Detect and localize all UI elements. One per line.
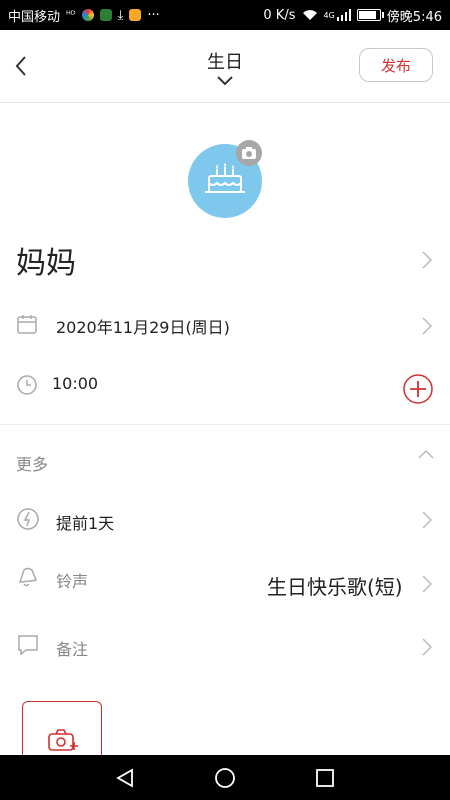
reminder-icon [17, 508, 39, 530]
bell-icon [18, 567, 38, 587]
chevron-up-icon[interactable] [416, 448, 436, 460]
ringtone-value[interactable]: 生日快乐歌(短) [267, 571, 403, 600]
camera-icon[interactable] [236, 140, 262, 166]
add-photo-icon [48, 729, 78, 751]
calendar-icon [17, 315, 37, 334]
page-title[interactable]: 生日 [175, 48, 275, 74]
download-icon: ⤓ [117, 7, 124, 23]
clock: 傍晚5:46 [386, 9, 442, 25]
hd-icon: ᴴᴰ [66, 9, 76, 21]
app-icon-yellow [129, 9, 142, 21]
chevron-right-icon[interactable] [421, 250, 433, 270]
time-value[interactable]: 10:00 [52, 374, 98, 393]
battery-icon [356, 9, 384, 21]
app-icon-green [99, 9, 112, 21]
carrier-label: 中国移动 [8, 9, 61, 25]
reminder-value[interactable]: 提前1天 [56, 510, 114, 534]
back-icon[interactable] [10, 52, 34, 80]
system-nav-bar [0, 755, 450, 800]
note-icon [18, 635, 38, 656]
chevron-right-icon[interactable] [421, 316, 433, 336]
wifi-icon [302, 10, 317, 20]
divider [0, 424, 450, 425]
signal-icon [336, 9, 351, 21]
publish-button[interactable]: 发布 [359, 48, 433, 82]
clock-icon [17, 375, 37, 395]
status-bar: 中国移动 ᴴᴰ ⤓ ··· 0 K/s 4G 傍晚5:46 [0, 0, 450, 30]
app-header: 生日 发布 [0, 30, 450, 103]
nav-back-icon[interactable] [114, 767, 136, 789]
more-notifications: ··· [147, 7, 160, 23]
date-value[interactable]: 2020年11月29日(周日) [56, 314, 230, 338]
nav-recents-icon[interactable] [315, 768, 335, 788]
network-speed: 0 K/s [263, 7, 296, 23]
nav-home-icon[interactable] [214, 767, 236, 789]
network-type: 4G [323, 10, 335, 20]
contact-name[interactable]: 妈妈 [16, 238, 76, 282]
add-time-button[interactable] [402, 373, 434, 405]
ringtone-label: 铃声 [56, 572, 89, 591]
chevron-right-icon[interactable] [421, 637, 433, 657]
chevron-right-icon[interactable] [421, 510, 433, 530]
app-icon-colorful [81, 9, 94, 21]
note-label[interactable]: 备注 [56, 636, 88, 660]
chevron-right-icon[interactable] [421, 574, 433, 594]
more-section-label[interactable]: 更多 [16, 451, 48, 475]
chevron-down-icon[interactable] [215, 74, 235, 86]
